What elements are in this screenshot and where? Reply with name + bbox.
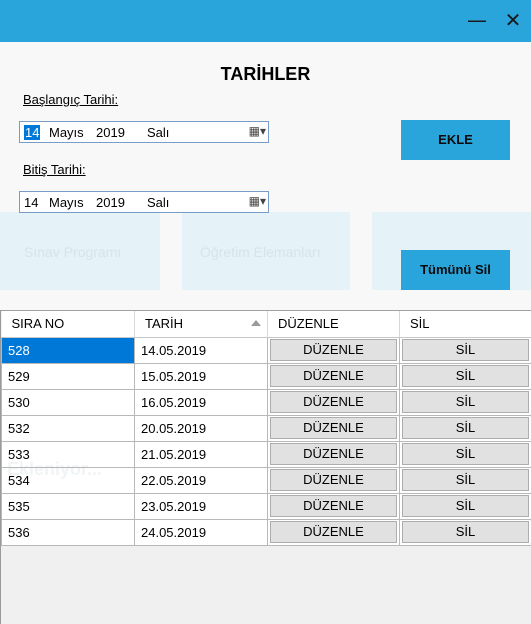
delete-button[interactable]: SİL — [402, 339, 529, 361]
table-row[interactable]: 532 20.05.2019 DÜZENLE SİL — [1, 414, 531, 442]
edit-cell: DÜZENLE — [267, 414, 400, 442]
edit-cell: DÜZENLE — [267, 362, 400, 390]
page-title: TARİHLER — [220, 64, 311, 84]
delete-button[interactable]: SİL — [402, 495, 529, 517]
row-date[interactable]: 16.05.2019 — [134, 388, 268, 416]
row-date[interactable]: 20.05.2019 — [134, 414, 268, 442]
row-date[interactable]: 22.05.2019 — [134, 466, 268, 494]
column-header-delete[interactable]: SİL — [399, 311, 531, 338]
calendar-dropdown-icon[interactable]: ▦▾ — [236, 194, 266, 210]
table-row[interactable]: 535 23.05.2019 DÜZENLE SİL — [1, 492, 531, 520]
delete-cell: SİL — [399, 466, 531, 494]
table-header-row: SIRA NO TARİH DÜZENLE SİL — [1, 311, 531, 338]
edit-button[interactable]: DÜZENLE — [270, 339, 397, 361]
column-header-date[interactable]: TARİH — [134, 311, 268, 338]
delete-cell: SİL — [399, 388, 531, 416]
delete-cell: SİL — [399, 336, 531, 364]
end-date-picker[interactable]: 14 Mayıs 2019 Salı ▦▾ — [19, 191, 269, 213]
row-date[interactable]: 24.05.2019 — [134, 518, 268, 546]
start-year[interactable]: 2019 — [96, 125, 125, 140]
delete-cell: SİL — [399, 518, 531, 546]
dates-table: SIRA NO TARİH DÜZENLE SİL 528 14.05.2019… — [1, 311, 531, 546]
delete-button[interactable]: SİL — [402, 391, 529, 413]
table-row[interactable]: 528 14.05.2019 DÜZENLE SİL — [1, 336, 531, 364]
calendar-dropdown-icon[interactable]: ▦▾ — [236, 124, 266, 140]
ghost-text: Ekleniyor... — [7, 459, 103, 479]
edit-button[interactable]: DÜZENLE — [270, 391, 397, 413]
edit-button[interactable]: DÜZENLE — [270, 365, 397, 387]
end-date-label: Bitiş Tarihi: — [23, 162, 86, 177]
end-weekday[interactable]: Salı — [147, 195, 169, 210]
edit-button[interactable]: DÜZENLE — [270, 443, 397, 465]
row-number[interactable]: 530 — [1, 388, 135, 416]
row-number[interactable]: 528 — [1, 336, 135, 364]
edit-button[interactable]: DÜZENLE — [270, 469, 397, 491]
table-row[interactable]: 536 24.05.2019 DÜZENLE SİL — [1, 518, 531, 546]
start-month[interactable]: Mayıs — [49, 125, 84, 140]
delete-all-button[interactable]: Tümünü Sil — [401, 250, 510, 290]
start-date-picker[interactable]: 14 Mayıs 2019 Salı ▦▾ — [19, 121, 269, 143]
row-number[interactable]: 535 — [1, 492, 135, 520]
end-month[interactable]: Mayıs — [49, 195, 84, 210]
ghost-text: Sınav Programı — [24, 244, 122, 260]
delete-button[interactable]: SİL — [402, 365, 529, 387]
row-number[interactable]: 532 — [1, 414, 135, 442]
edit-cell: DÜZENLE — [267, 388, 400, 416]
column-header-date-label: TARİH — [145, 316, 184, 332]
sort-ascending-icon — [251, 320, 261, 326]
delete-button[interactable]: SİL — [402, 417, 529, 439]
delete-button[interactable]: SİL — [402, 443, 529, 465]
add-button[interactable]: EKLE — [401, 120, 510, 160]
edit-button[interactable]: DÜZENLE — [270, 417, 397, 439]
table-row[interactable]: 530 16.05.2019 DÜZENLE SİL — [1, 388, 531, 416]
delete-cell: SİL — [399, 362, 531, 390]
end-day[interactable]: 14 — [24, 195, 38, 210]
edit-cell: DÜZENLE — [267, 492, 400, 520]
ghost-text: Öğretim Elemanları — [200, 244, 321, 260]
edit-cell: DÜZENLE — [267, 336, 400, 364]
close-icon[interactable]: ✕ — [500, 6, 526, 34]
row-number[interactable]: 529 — [1, 362, 135, 390]
column-header-edit[interactable]: DÜZENLE — [267, 311, 400, 338]
delete-cell: SİL — [399, 492, 531, 520]
start-weekday[interactable]: Salı — [147, 125, 169, 140]
edit-button[interactable]: DÜZENLE — [270, 521, 397, 543]
delete-button[interactable]: SİL — [402, 469, 529, 491]
title-bar: — ✕ — [0, 0, 531, 42]
start-date-label: Başlangıç Tarihi: — [23, 92, 119, 107]
delete-button[interactable]: SİL — [402, 521, 529, 543]
start-day[interactable]: 14 — [24, 125, 41, 140]
row-date[interactable]: 14.05.2019 — [134, 336, 268, 364]
delete-cell: SİL — [399, 440, 531, 468]
row-date[interactable]: 23.05.2019 — [134, 492, 268, 520]
edit-button[interactable]: DÜZENLE — [270, 495, 397, 517]
edit-cell: DÜZENLE — [267, 440, 400, 468]
delete-cell: SİL — [399, 414, 531, 442]
column-header-no[interactable]: SIRA NO — [1, 311, 135, 338]
edit-cell: DÜZENLE — [267, 518, 400, 546]
table-row[interactable]: 529 15.05.2019 DÜZENLE SİL — [1, 362, 531, 390]
edit-cell: DÜZENLE — [267, 466, 400, 494]
row-number[interactable]: 536 — [1, 518, 135, 546]
row-date[interactable]: 21.05.2019 — [134, 440, 268, 468]
form-panel: Sınav Programı Öğretim Elemanları TARİHL… — [0, 42, 531, 310]
end-year[interactable]: 2019 — [96, 195, 125, 210]
dates-grid[interactable]: SIRA NO TARİH DÜZENLE SİL 528 14.05.2019… — [0, 310, 531, 624]
row-date[interactable]: 15.05.2019 — [134, 362, 268, 390]
minimize-icon[interactable]: — — [464, 6, 490, 34]
